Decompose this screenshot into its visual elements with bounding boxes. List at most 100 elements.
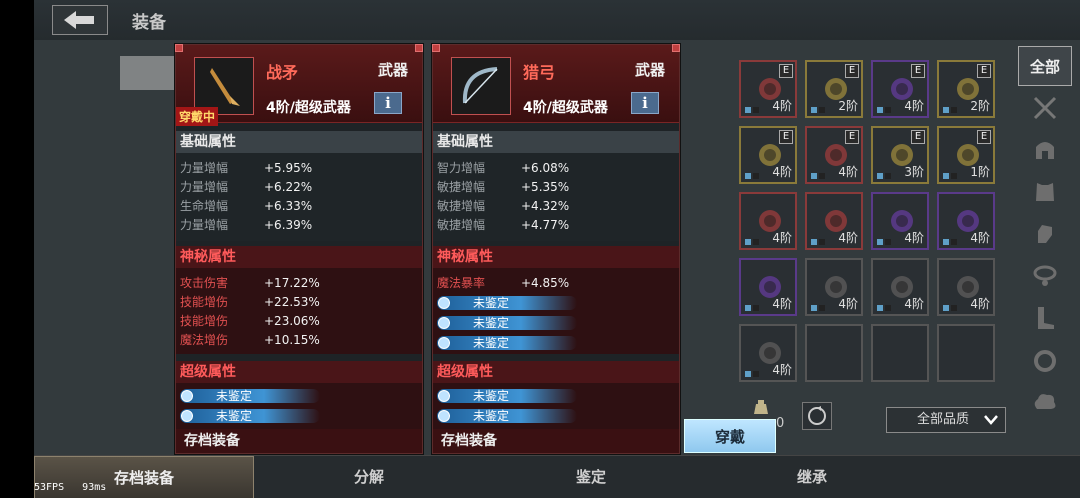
unidentified-bar: 未鉴定	[437, 409, 577, 423]
inventory-slot[interactable]: 4阶	[805, 192, 863, 250]
inventory-slot[interactable]	[805, 324, 863, 382]
slot-tier: 4阶	[772, 231, 792, 245]
inventory-slot[interactable]: 4阶	[805, 258, 863, 316]
filter-tab-gloves[interactable]	[1018, 214, 1072, 254]
chevron-down-icon	[984, 415, 998, 425]
screen-notch	[0, 0, 34, 498]
tab-identify[interactable]: 鉴定	[481, 456, 701, 498]
inventory-slot[interactable]: 4阶	[937, 258, 995, 316]
inventory-slot[interactable]: E 4阶	[739, 60, 797, 118]
gem-icon	[438, 317, 450, 329]
filter-tab-necklace[interactable]	[1018, 256, 1072, 296]
corner-ornament	[672, 44, 680, 52]
super-attr-list: 未鉴定 未鉴定	[176, 383, 422, 431]
mystic-attr-list: 攻击伤害 +17.22% 技能增伤 +22.53% 技能增伤 +23.06% 魔法增伤…	[176, 268, 422, 354]
item-icon-frame	[451, 57, 511, 115]
slot-tier: 3阶	[904, 165, 924, 179]
bag-icon	[754, 400, 768, 414]
attr-row: 力量增幅 +5.95%	[180, 161, 313, 175]
armor-icon	[1036, 183, 1054, 201]
inventory-slot[interactable]: E 3阶	[871, 126, 929, 184]
filter-tab-boots[interactable]	[1018, 298, 1072, 338]
equippable-badge: E	[911, 64, 925, 78]
gem-icon	[181, 390, 193, 402]
corner-ornament	[432, 44, 440, 52]
inventory-slot[interactable]	[937, 324, 995, 382]
rarity-dots	[811, 305, 825, 311]
tab-decompose[interactable]: 分解	[259, 456, 479, 498]
inventory-slot[interactable]: E 4阶	[871, 60, 929, 118]
slot-tier: 2阶	[838, 99, 858, 113]
equipped-badge: 穿戴中	[176, 107, 219, 126]
rarity-dots	[877, 107, 891, 113]
slot-tier: 2阶	[970, 99, 990, 113]
filter-tab-weapon[interactable]	[1018, 88, 1072, 128]
back-button[interactable]	[52, 5, 108, 35]
unidentified-bar: 未鉴定	[180, 389, 320, 403]
unidentified-bar: 未鉴定	[437, 389, 577, 403]
attr-row: 技能增伤 +22.53%	[180, 295, 320, 309]
item-type: 武器	[634, 61, 665, 79]
gem-icon	[438, 410, 450, 422]
inventory-slot[interactable]: 4阶	[871, 192, 929, 250]
bow-icon	[462, 67, 498, 104]
wear-button[interactable]: 穿戴	[684, 419, 776, 453]
equippable-badge: E	[779, 64, 793, 78]
attr-row: 敏捷增幅 +4.77%	[437, 218, 570, 232]
rarity-dots	[745, 305, 759, 311]
attr-row: 敏捷增幅 +5.35%	[437, 180, 570, 194]
inventory-slot[interactable]: 4阶	[739, 324, 797, 382]
equippable-badge: E	[911, 130, 925, 144]
attr-row: 力量增幅 +6.22%	[180, 180, 313, 194]
inventory-slot[interactable]: 4阶	[871, 258, 929, 316]
inventory-slot[interactable]: 4阶	[937, 192, 995, 250]
inventory-slot[interactable]: E 2阶	[937, 60, 995, 118]
item-detail-card-spear: 穿戴中 战矛 武器 4阶/超级武器 i 基础属性 力量增幅 +5.95% 力量增幅…	[175, 44, 423, 454]
quality-select[interactable]: 全部品质	[886, 407, 1006, 433]
filter-tab-misc[interactable]	[1018, 382, 1072, 422]
filter-tab-armor[interactable]	[1018, 172, 1072, 212]
base-attr-title: 基础属性	[433, 131, 679, 153]
mystic-attr-title: 神秘属性	[433, 246, 679, 268]
equippable-badge: E	[977, 130, 991, 144]
base-attr-list: 力量增幅 +5.95% 力量增幅 +6.22% 生命增幅 +6.33% 力量增幅 +6.…	[176, 153, 422, 241]
card-footer: 存档装备	[433, 429, 679, 453]
inventory-slot[interactable]: E 4阶	[739, 126, 797, 184]
slot-tier: 1阶	[970, 165, 990, 179]
boots-icon	[1038, 307, 1054, 329]
rarity-dots	[745, 239, 759, 245]
filter-tab-all[interactable]: 全部	[1018, 46, 1072, 86]
page-title: 装备	[132, 13, 166, 33]
inventory-slot[interactable]: 4阶	[739, 192, 797, 250]
gem-icon	[438, 297, 450, 309]
inventory-slot[interactable]: 4阶	[739, 258, 797, 316]
tab-inherit[interactable]: 继承	[702, 456, 922, 498]
rarity-dots	[811, 107, 825, 113]
attr-row: 攻击伤害 +17.22%	[180, 276, 320, 290]
inventory-slot[interactable]: E 1阶	[937, 126, 995, 184]
filter-tab-helmet[interactable]	[1018, 130, 1072, 170]
super-attr-title: 超级属性	[176, 361, 422, 383]
inventory-slot[interactable]: E 4阶	[805, 126, 863, 184]
inventory-slot[interactable]	[871, 324, 929, 382]
corner-ornament	[175, 44, 183, 52]
slot-tier: 4阶	[904, 231, 924, 245]
filter-tab-ring[interactable]	[1018, 340, 1072, 380]
gem-icon	[181, 410, 193, 422]
attr-row: 魔法暴率 +4.85%	[437, 276, 570, 290]
inventory-slot[interactable]: E 2阶	[805, 60, 863, 118]
fps-counter: 53FPS 93ms	[34, 482, 107, 493]
base-attr-title: 基础属性	[176, 131, 422, 153]
info-button[interactable]: i	[631, 92, 659, 114]
equippable-badge: E	[845, 130, 859, 144]
info-button[interactable]: i	[374, 92, 402, 114]
sort-button[interactable]	[802, 402, 832, 430]
refresh-icon	[808, 406, 826, 425]
ring-icon	[1034, 350, 1056, 372]
attr-row: 生命增幅 +6.33%	[180, 199, 313, 213]
rarity-dots	[877, 305, 891, 311]
mystic-attr-list: 魔法暴率 +4.85% 未鉴定 未鉴定 未鉴定	[433, 268, 679, 354]
rarity-dots	[745, 107, 759, 113]
rarity-dots	[877, 173, 891, 179]
rarity-dots	[943, 239, 957, 245]
